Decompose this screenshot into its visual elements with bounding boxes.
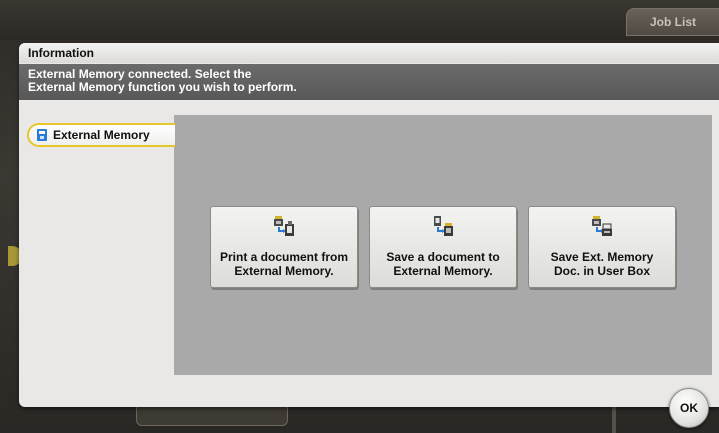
- save-to-memory-icon: [434, 216, 453, 236]
- print-from-memory-icon: [274, 216, 294, 236]
- tab-external-memory-label: External Memory: [53, 128, 150, 142]
- job-list-button[interactable]: Job List: [626, 8, 719, 36]
- save-to-user-box-label: Save Ext. Memory Doc. in User Box: [550, 250, 654, 278]
- tab-external-memory[interactable]: External Memory: [27, 123, 175, 147]
- background-divider: [612, 405, 616, 433]
- save-to-external-memory-label: Save a document to External Memory.: [386, 250, 500, 278]
- screen: Job List Information External Memory con…: [0, 0, 719, 433]
- dialog-message: External Memory connected. Select the Ex…: [19, 64, 719, 100]
- dialog-message-line-2: External Memory function you wish to per…: [28, 80, 297, 94]
- save-to-user-box-button[interactable]: Save Ext. Memory Doc. in User Box: [528, 206, 676, 288]
- ok-button[interactable]: OK: [669, 388, 709, 428]
- background-bottom-panel: [136, 405, 288, 426]
- information-dialog: Information External Memory connected. S…: [19, 43, 719, 407]
- usb-memory-icon: [37, 129, 47, 141]
- print-from-external-memory-button[interactable]: Print a document from External Memory.: [210, 206, 358, 288]
- print-from-external-memory-label: Print a document from External Memory.: [219, 250, 348, 278]
- save-to-user-box-icon: [592, 216, 612, 236]
- top-bar: [0, 0, 719, 40]
- dialog-title: Information: [19, 43, 719, 63]
- save-to-external-memory-button[interactable]: Save a document to External Memory.: [369, 206, 517, 288]
